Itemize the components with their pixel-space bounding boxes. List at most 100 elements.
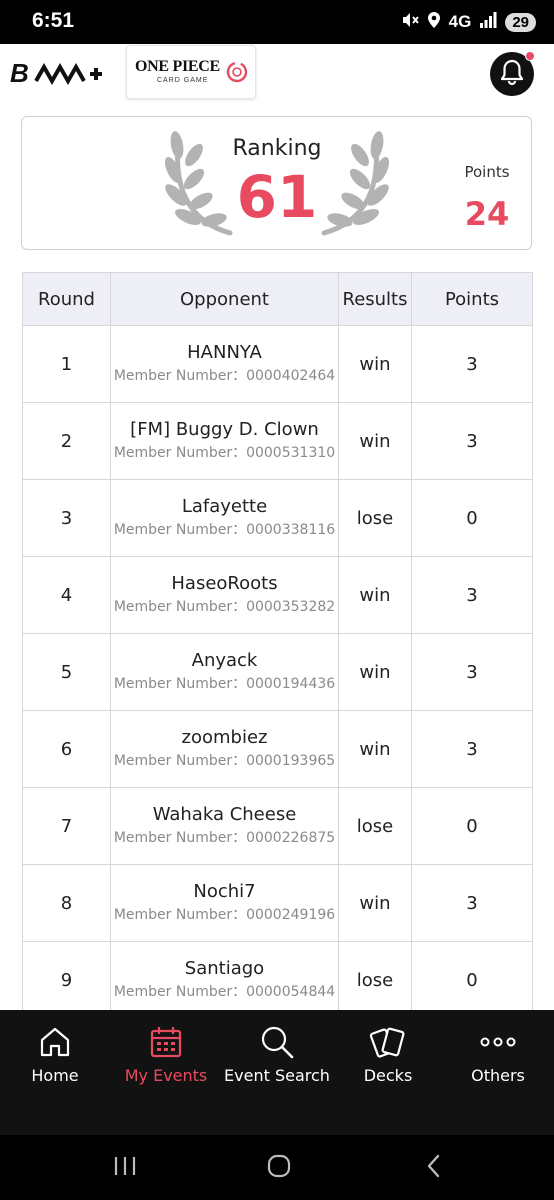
brand-logo-mark	[34, 62, 103, 86]
points-value: 24	[464, 195, 510, 233]
points-cell: 3	[411, 864, 533, 942]
brand-logo[interactable]: B	[10, 58, 104, 89]
opponent-cell: HANNYA Member Number：0000402464	[110, 325, 339, 403]
points-cell: 3	[411, 710, 533, 788]
result-cell: win	[338, 556, 412, 634]
table-row[interactable]: 2 [FM] Buggy D. Clown Member Number：00005…	[22, 402, 533, 480]
points-cell: 3	[411, 633, 533, 711]
points-label: Points	[464, 163, 510, 181]
battery-icon: 29	[505, 12, 536, 32]
points-cell: 0	[411, 787, 533, 865]
round-cell: 5	[22, 633, 111, 711]
member-number: Member Number：0000338116	[113, 522, 336, 538]
notification-dot	[525, 51, 535, 61]
ranking-label: Ranking	[232, 136, 322, 161]
round-cell: 2	[22, 402, 111, 480]
points-cell: 0	[411, 941, 533, 1019]
nav-others[interactable]: Others	[443, 1010, 553, 1120]
result-cell: win	[338, 325, 412, 403]
header-opponent: Opponent	[110, 272, 339, 326]
brand-logo-letter: B	[10, 58, 29, 88]
table-row[interactable]: 7 Wahaka Cheese Member Number：0000226875 …	[22, 787, 533, 865]
member-number: Member Number：0000402464	[113, 368, 336, 384]
points-cell: 3	[411, 325, 533, 403]
nav-event-search[interactable]: Event Search	[222, 1010, 332, 1120]
opponent-name: Santiago	[184, 958, 265, 979]
game-logo-title: ONE PIECE	[135, 58, 220, 75]
opponent-name: Wahaka Cheese	[152, 804, 297, 825]
header-results: Results	[338, 272, 412, 326]
app-header: B ONE PIECE CARD GAME	[0, 44, 554, 102]
game-logo[interactable]: ONE PIECE CARD GAME	[126, 45, 256, 99]
result-cell: win	[338, 633, 412, 711]
back-icon	[425, 1154, 443, 1182]
round-cell: 6	[22, 710, 111, 788]
home-icon	[35, 1022, 75, 1062]
opponent-cell: HaseoRoots Member Number：0000353282	[110, 556, 339, 634]
mute-icon	[401, 11, 419, 33]
nav-decks-label: Decks	[363, 1066, 413, 1085]
member-number: Member Number：0000193965	[113, 753, 336, 769]
ranking-card: Ranking 61 Points 24	[21, 116, 532, 250]
header-round: Round	[22, 272, 111, 326]
notifications-button[interactable]	[490, 51, 535, 96]
points-cell: 3	[411, 402, 533, 480]
opponent-cell: Santiago Member Number：0000054844	[110, 941, 339, 1019]
nav-home[interactable]: Home	[0, 1010, 110, 1120]
nav-decks[interactable]: Decks	[333, 1010, 443, 1120]
status-icons: 4G 29	[401, 10, 536, 34]
opponent-cell: Wahaka Cheese Member Number：0000226875	[110, 787, 339, 865]
member-number: Member Number：0000531310	[113, 445, 336, 461]
opponent-name: [FM] Buggy D. Clown	[130, 419, 319, 440]
points-cell: 0	[411, 479, 533, 557]
member-number: Member Number：0000194436	[113, 676, 336, 692]
opponent-cell: Lafayette Member Number：0000338116	[110, 479, 339, 557]
more-icon	[478, 1022, 518, 1062]
round-cell: 7	[22, 787, 111, 865]
nav-home-label: Home	[31, 1066, 79, 1085]
signal-icon	[479, 12, 497, 32]
recents-button[interactable]	[105, 1153, 145, 1183]
round-cell: 8	[22, 864, 111, 942]
opponent-name: HaseoRoots	[171, 573, 278, 594]
opponent-cell: Nochi7 Member Number：0000249196	[110, 864, 339, 942]
bottom-nav: Home My Events Event Search Decks Others	[0, 1010, 554, 1135]
nav-my-events[interactable]: My Events	[111, 1010, 221, 1120]
header-points: Points	[411, 272, 533, 326]
opponent-name: HANNYA	[187, 342, 262, 363]
opponent-cell: Anyack Member Number：0000194436	[110, 633, 339, 711]
table-row[interactable]: 6 zoombiez Member Number：0000193965 win 3	[22, 710, 533, 788]
system-home-button[interactable]	[259, 1153, 299, 1183]
table-row[interactable]: 8 Nochi7 Member Number：0000249196 win 3	[22, 864, 533, 942]
result-cell: lose	[338, 941, 412, 1019]
result-cell: win	[338, 864, 412, 942]
results-table: Round Opponent Results Points 1 HANNYA Me…	[22, 272, 533, 1019]
calendar-icon	[146, 1022, 186, 1062]
back-button[interactable]	[414, 1153, 454, 1183]
member-number: Member Number：0000054844	[113, 984, 336, 1000]
round-cell: 1	[22, 325, 111, 403]
table-row[interactable]: 5 Anyack Member Number：0000194436 win 3	[22, 633, 533, 711]
points-cell: 3	[411, 556, 533, 634]
network-type: 4G	[448, 12, 472, 31]
nav-my-events-label: My Events	[124, 1066, 208, 1085]
member-number: Member Number：0000249196	[113, 907, 336, 923]
table-row[interactable]: 3 Lafayette Member Number：0000338116 lose…	[22, 479, 533, 557]
table-row[interactable]: 4 HaseoRoots Member Number：0000353282 win…	[22, 556, 533, 634]
status-bar: 6:51 4G 29	[0, 0, 554, 44]
result-cell: win	[338, 710, 412, 788]
location-icon	[427, 11, 441, 33]
search-icon	[257, 1022, 297, 1062]
status-time: 6:51	[32, 9, 75, 32]
cards-icon	[368, 1022, 408, 1062]
table-row[interactable]: 9 Santiago Member Number：0000054844 lose …	[22, 941, 533, 1019]
nav-event-search-label: Event Search	[224, 1066, 330, 1085]
opponent-cell: [FM] Buggy D. Clown Member Number：0000531…	[110, 402, 339, 480]
recents-icon	[113, 1155, 137, 1181]
table-row[interactable]: 1 HANNYA Member Number：0000402464 win 3	[22, 325, 533, 403]
opponent-name: Anyack	[191, 650, 258, 671]
opponent-cell: zoombiez Member Number：0000193965	[110, 710, 339, 788]
round-cell: 3	[22, 479, 111, 557]
game-logo-ring-icon	[225, 60, 249, 88]
home-circle-icon	[266, 1153, 292, 1183]
